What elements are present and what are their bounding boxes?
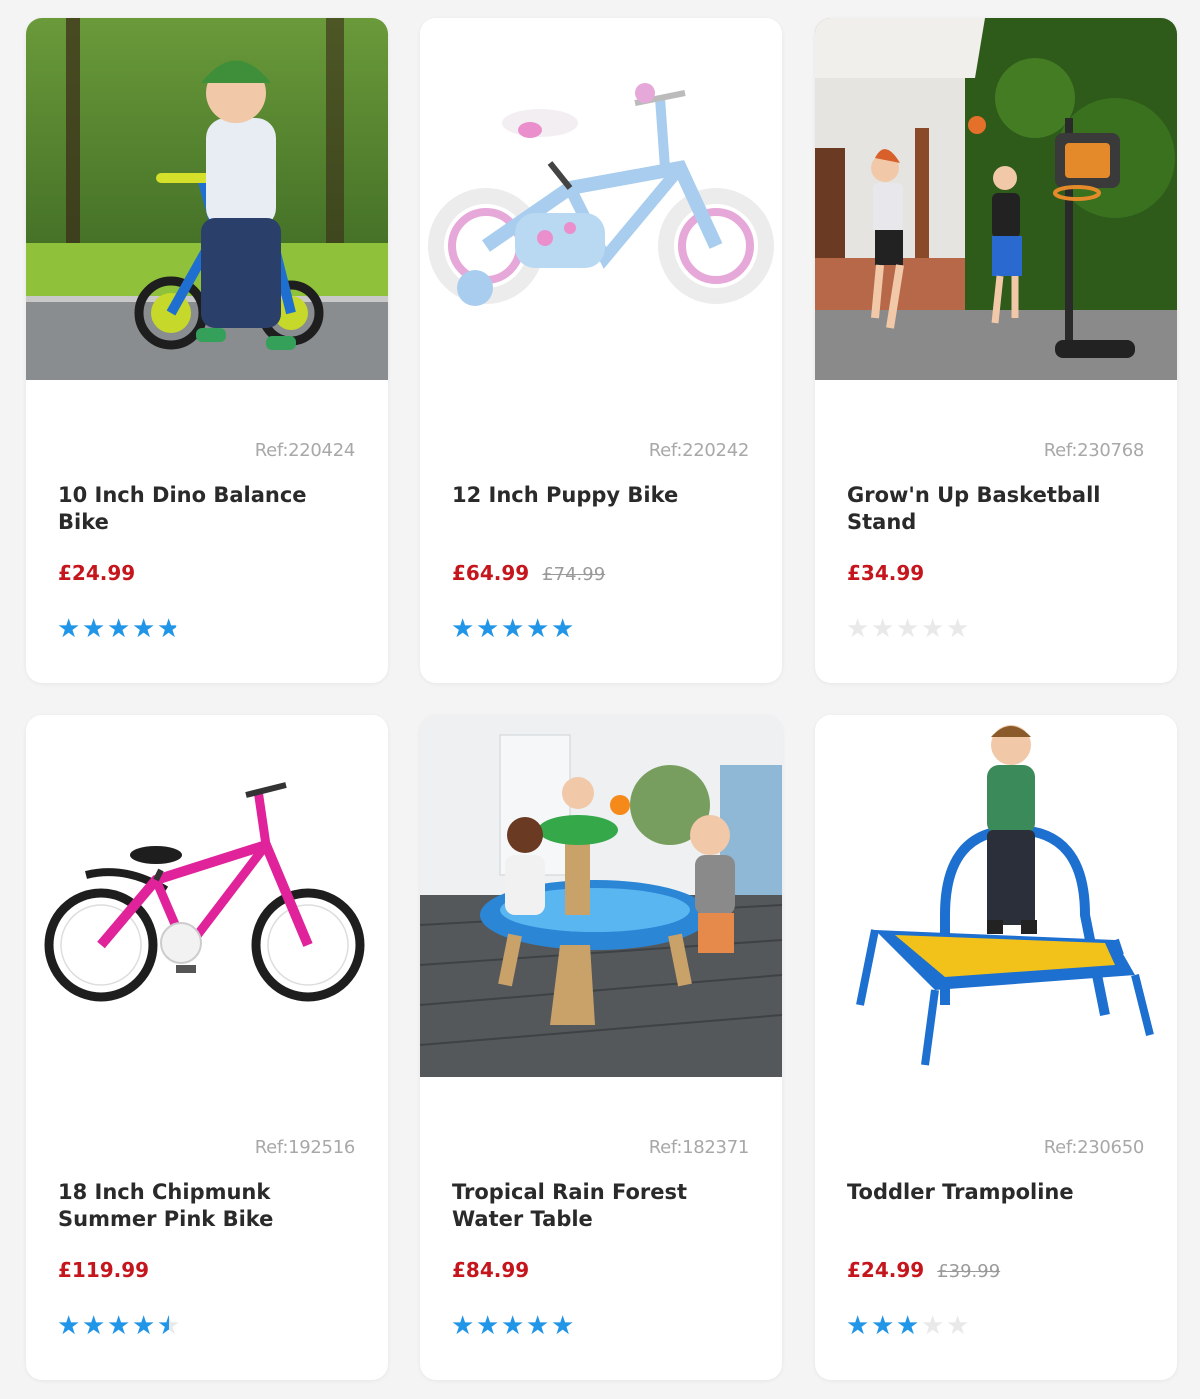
puppy-bike-photo [420, 18, 782, 380]
price-row: £64.99 £74.99 [452, 561, 605, 585]
product-ref: Ref:230650 [1043, 1137, 1145, 1158]
star-icon: ★★ [107, 614, 131, 644]
product-card[interactable]: Ref:192516 18 Inch Chipmunk Summer Pink … [26, 715, 388, 1380]
star-icon: ★★ [107, 1311, 131, 1341]
star-rating: ★★★★★★★★★★ [57, 616, 181, 642]
product-price: £119.99 [58, 1258, 150, 1282]
product-price: £64.99 [452, 561, 530, 585]
price-row: £84.99 [452, 1258, 542, 1282]
star-icon: ★★ [896, 614, 920, 644]
product-ref: Ref:182371 [648, 1137, 750, 1158]
product-card[interactable]: Ref:230768 Grow'n Up Basketball Stand £3… [815, 18, 1177, 683]
star-icon: ★★ [526, 614, 550, 644]
product-image[interactable] [26, 715, 388, 1077]
star-icon: ★★ [57, 1311, 81, 1341]
product-price: £84.99 [452, 1258, 530, 1282]
star-icon: ★★ [526, 1311, 550, 1341]
water-table-photo [420, 715, 782, 1077]
product-image[interactable] [420, 18, 782, 380]
star-icon: ★★ [846, 1311, 870, 1341]
product-card[interactable]: Ref:230650 Toddler Trampoline £24.99 £39… [815, 715, 1177, 1380]
price-row: £24.99 [58, 561, 148, 585]
star-icon: ★★ [946, 614, 970, 644]
product-title[interactable]: 18 Inch Chipmunk Summer Pink Bike [58, 1179, 358, 1233]
product-image[interactable] [815, 715, 1177, 1077]
trampoline-photo [815, 715, 1177, 1077]
product-price: £24.99 [847, 1258, 925, 1282]
was-price: £74.99 [542, 564, 606, 585]
star-icon: ★★ [57, 614, 81, 644]
product-card[interactable]: Ref:220242 12 Inch Puppy Bike £64.99 £74… [420, 18, 782, 683]
balance-bike-photo [26, 18, 388, 380]
star-icon: ★★ [476, 614, 500, 644]
star-icon: ★★ [551, 1311, 575, 1341]
star-icon: ★★ [451, 1311, 475, 1341]
star-icon: ★★ [451, 614, 475, 644]
pink-bike-photo [26, 715, 388, 1077]
price-row: £34.99 [847, 561, 937, 585]
star-icon: ★★ [82, 614, 106, 644]
star-icon: ★★ [501, 1311, 525, 1341]
star-rating: ★★★★★★★★★★ [846, 1313, 970, 1339]
star-icon: ★★ [846, 614, 870, 644]
product-image[interactable] [420, 715, 782, 1077]
star-rating: ★★★★★★★★★★ [451, 616, 575, 642]
product-ref: Ref:230768 [1043, 440, 1145, 461]
product-title[interactable]: Grow'n Up Basketball Stand [847, 482, 1147, 536]
star-icon: ★★ [157, 614, 181, 644]
product-ref: Ref:220242 [648, 440, 750, 461]
star-icon: ★★ [501, 614, 525, 644]
star-icon: ★★ [871, 614, 895, 644]
star-rating: ★★★★★★★★★★ [57, 1313, 181, 1339]
star-icon: ★★ [921, 1311, 945, 1341]
star-icon: ★★ [132, 614, 156, 644]
product-ref: Ref:220424 [254, 440, 356, 461]
star-icon: ★★ [82, 1311, 106, 1341]
product-price: £34.99 [847, 561, 925, 585]
product-title[interactable]: 10 Inch Dino Balance Bike [58, 482, 358, 536]
product-ref: Ref:192516 [254, 1137, 356, 1158]
product-image[interactable] [815, 18, 1177, 380]
product-card[interactable]: Ref:220424 10 Inch Dino Balance Bike £24… [26, 18, 388, 683]
star-icon: ★★ [157, 1311, 181, 1341]
star-icon: ★★ [896, 1311, 920, 1341]
product-title[interactable]: Tropical Rain Forest Water Table [452, 1179, 752, 1233]
product-image[interactable] [26, 18, 388, 380]
star-icon: ★★ [476, 1311, 500, 1341]
product-card[interactable]: Ref:182371 Tropical Rain Forest Water Ta… [420, 715, 782, 1380]
basketball-stand-photo [815, 18, 1177, 380]
product-title[interactable]: 12 Inch Puppy Bike [452, 482, 752, 509]
star-icon: ★★ [871, 1311, 895, 1341]
star-icon: ★★ [946, 1311, 970, 1341]
star-icon: ★★ [132, 1311, 156, 1341]
star-icon: ★★ [921, 614, 945, 644]
product-title[interactable]: Toddler Trampoline [847, 1179, 1147, 1206]
price-row: £24.99 £39.99 [847, 1258, 1000, 1282]
star-icon: ★★ [551, 614, 575, 644]
price-row: £119.99 [58, 1258, 162, 1282]
product-price: £24.99 [58, 561, 136, 585]
product-grid: Ref:220424 10 Inch Dino Balance Bike £24… [0, 0, 1200, 1399]
was-price: £39.99 [937, 1261, 1001, 1282]
star-rating: ★★★★★★★★★★ [451, 1313, 575, 1339]
star-rating: ★★★★★★★★★★ [846, 616, 970, 642]
